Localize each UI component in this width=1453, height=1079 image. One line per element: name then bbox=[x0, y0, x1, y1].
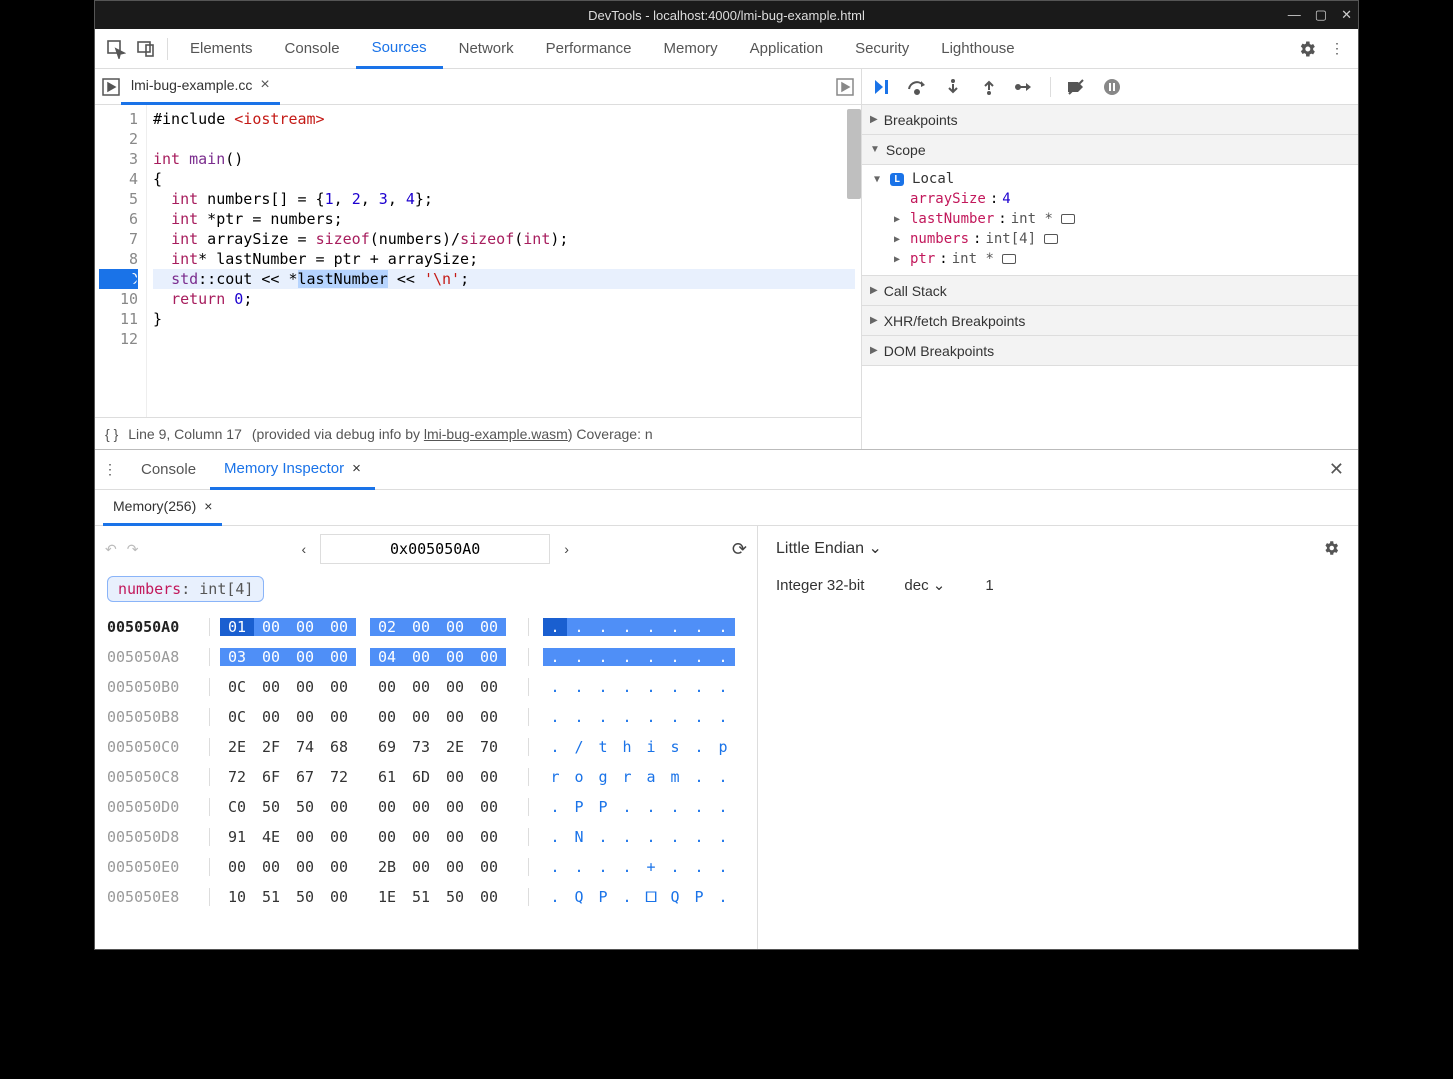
memory-address-input[interactable] bbox=[320, 534, 550, 564]
close-drawer-icon[interactable]: ✕ bbox=[1323, 459, 1350, 480]
breakpoints-section[interactable]: ▶Breakpoints bbox=[862, 105, 1358, 135]
scope-var-arraySize[interactable]: arraySize: 4 bbox=[862, 189, 1358, 209]
resume-icon[interactable] bbox=[870, 76, 892, 98]
debugger-resume-boxed-icon[interactable] bbox=[101, 77, 121, 97]
scope-section[interactable]: ▼Scope bbox=[862, 135, 1358, 165]
pause-on-exceptions-icon[interactable] bbox=[1101, 76, 1123, 98]
run-snippet-icon[interactable] bbox=[835, 77, 855, 97]
callstack-section[interactable]: ▶Call Stack bbox=[862, 276, 1358, 306]
hex-row: 005050B00C00000000000000........ bbox=[107, 672, 745, 702]
value-type-label: Integer 32-bit bbox=[776, 577, 864, 594]
step-over-icon[interactable] bbox=[906, 76, 928, 98]
hex-row: 005050A80300000004000000........ bbox=[107, 642, 745, 672]
window-title: DevTools - localhost:4000/lmi-bug-exampl… bbox=[588, 8, 865, 23]
maximize-icon[interactable]: ▢ bbox=[1315, 7, 1327, 23]
drawer-tab-memory-inspector[interactable]: Memory Inspector × bbox=[210, 450, 375, 490]
step-icon[interactable] bbox=[1014, 76, 1036, 98]
source-file-tab[interactable]: lmi-bug-example.cc × bbox=[121, 69, 280, 105]
hex-row: 005050D8914E000000000000.N...... bbox=[107, 822, 745, 852]
hex-row: 005050E0000000002B000000....+... bbox=[107, 852, 745, 882]
decoded-value: 1 bbox=[985, 577, 993, 594]
scope-var-lastNumber[interactable]: ▶lastNumber: int * bbox=[862, 209, 1358, 229]
hex-row: 005050A00100000002000000........ bbox=[107, 612, 745, 642]
tab-performance[interactable]: Performance bbox=[530, 29, 648, 69]
scope-local[interactable]: ▼L Local bbox=[862, 169, 1358, 189]
debugger-toolbar bbox=[862, 69, 1358, 105]
close-icon[interactable]: × bbox=[204, 498, 212, 514]
drawer-tab-console[interactable]: Console bbox=[127, 450, 210, 490]
hex-row: 005050D0C050500000000000.PP..... bbox=[107, 792, 745, 822]
tab-security[interactable]: Security bbox=[839, 29, 925, 69]
memory-instance-tab[interactable]: Memory(256) × bbox=[103, 490, 222, 526]
hex-row: 005050E8105150001E515000.QP.🞐QP. bbox=[107, 882, 745, 912]
select-element-icon[interactable] bbox=[101, 34, 131, 64]
xhr-breakpoints-section[interactable]: ▶XHR/fetch Breakpoints bbox=[862, 306, 1358, 336]
step-out-icon[interactable] bbox=[978, 76, 1000, 98]
reveal-in-memory-icon[interactable] bbox=[1002, 254, 1016, 264]
tab-application[interactable]: Application bbox=[734, 29, 839, 69]
cursor-position: Line 9, Column 17 bbox=[128, 426, 242, 442]
window-titlebar: DevTools - localhost:4000/lmi-bug-exampl… bbox=[95, 1, 1358, 29]
tab-lighthouse[interactable]: Lighthouse bbox=[925, 29, 1030, 69]
pretty-print-icon[interactable]: { } bbox=[105, 426, 118, 442]
step-into-icon[interactable] bbox=[942, 76, 964, 98]
tab-sources[interactable]: Sources bbox=[356, 29, 443, 69]
source-code-editor[interactable]: 123456789101112 #include <iostream>int m… bbox=[95, 105, 861, 417]
settings-icon[interactable] bbox=[1292, 34, 1322, 64]
source-file-tab-label: lmi-bug-example.cc bbox=[131, 77, 252, 93]
close-icon[interactable]: ✕ bbox=[1341, 7, 1352, 23]
hex-row: 005050C02E2F746869732E70./this.p bbox=[107, 732, 745, 762]
representation-select[interactable]: dec ⌄ bbox=[904, 576, 945, 594]
settings-icon[interactable] bbox=[1322, 539, 1340, 557]
chevron-down-icon[interactable]: ⌄ bbox=[869, 540, 882, 557]
highlighted-object-pill[interactable]: numbers: int[4] bbox=[107, 576, 264, 602]
prev-page-icon[interactable]: ‹ bbox=[302, 541, 307, 557]
tab-network[interactable]: Network bbox=[443, 29, 530, 69]
tab-console[interactable]: Console bbox=[269, 29, 356, 69]
kebab-menu-icon[interactable]: ⋮ bbox=[1322, 34, 1352, 64]
hex-row: 005050C8726F6772616D0000rogram.. bbox=[107, 762, 745, 792]
refresh-icon[interactable]: ⟳ bbox=[732, 539, 747, 560]
deactivate-breakpoints-icon[interactable] bbox=[1065, 76, 1087, 98]
kebab-menu-icon[interactable]: ⋮ bbox=[103, 461, 117, 478]
minimize-icon[interactable]: — bbox=[1288, 7, 1301, 23]
hex-row: 005050B80C00000000000000........ bbox=[107, 702, 745, 732]
devtools-tabbar: ElementsConsoleSourcesNetworkPerformance… bbox=[95, 29, 1358, 69]
scope-var-ptr[interactable]: ▶ptr: int * bbox=[862, 249, 1358, 269]
tab-elements[interactable]: Elements bbox=[174, 29, 269, 69]
debug-info-link[interactable]: lmi-bug-example.wasm bbox=[424, 426, 568, 442]
close-icon[interactable]: × bbox=[260, 76, 269, 94]
tab-memory[interactable]: Memory bbox=[648, 29, 734, 69]
scrollbar-thumb[interactable] bbox=[847, 109, 861, 199]
device-toggle-icon[interactable] bbox=[131, 34, 161, 64]
dom-breakpoints-section[interactable]: ▶DOM Breakpoints bbox=[862, 336, 1358, 366]
reveal-in-memory-icon[interactable] bbox=[1061, 214, 1075, 224]
redo-icon[interactable]: ↷ bbox=[127, 541, 139, 558]
undo-icon[interactable]: ↶ bbox=[105, 541, 117, 558]
hex-viewer[interactable]: 005050A00100000002000000........005050A8… bbox=[95, 612, 757, 912]
next-page-icon[interactable]: › bbox=[564, 541, 569, 557]
scope-var-numbers[interactable]: ▶numbers: int[4] bbox=[862, 229, 1358, 249]
editor-status-bar: { } Line 9, Column 17 (provided via debu… bbox=[95, 417, 861, 449]
endianness-label[interactable]: Little Endian bbox=[776, 540, 864, 557]
reveal-in-memory-icon[interactable] bbox=[1044, 234, 1058, 244]
close-icon[interactable]: × bbox=[352, 460, 361, 477]
